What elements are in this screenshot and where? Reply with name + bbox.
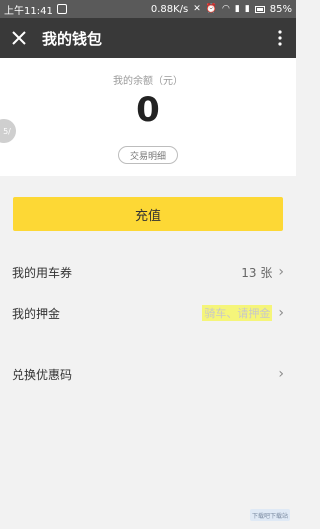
ride-coupons-label: 我的用车券 [12, 265, 73, 280]
status-time: 上午11:41 [4, 5, 53, 17]
more-options-button[interactable] [264, 18, 296, 58]
transactions-button[interactable]: 交易明细 [118, 146, 178, 164]
more-vertical-icon [278, 30, 282, 46]
app-notification-icon [56, 4, 67, 14]
deposit-row[interactable]: 我的押金 骑车、请押金 › [0, 294, 296, 332]
battery-level: 85% [269, 3, 292, 15]
deposit-value: 骑车、请押金 [202, 305, 273, 321]
recharge-button[interactable]: 充值 [13, 197, 283, 231]
battery-icon [254, 5, 265, 13]
balance-card: 我的余额（元） 0 交易明细 [0, 58, 296, 176]
chevron-right-icon: › [278, 264, 284, 280]
status-bar: 上午11:41 0.88K/s ✕ ⏰ ◠ ▮ ▮ 85% [0, 0, 296, 18]
wifi-icon: ◠ [222, 3, 230, 14]
ride-coupons-count: 13 张 [241, 265, 273, 280]
chevron-right-icon: › [278, 305, 284, 321]
close-icon [12, 31, 26, 45]
network-speed: 0.88K/s [150, 3, 189, 15]
balance-label: 我的余额（元） [113, 76, 183, 87]
signal-icon: ▮ [234, 3, 240, 14]
chevron-right-icon: › [278, 366, 284, 382]
redeem-code-label: 兑换优惠码 [12, 367, 73, 382]
alarm-icon: ⏰ [205, 3, 217, 14]
vibrate-icon: ✕ [193, 3, 201, 14]
close-button[interactable] [0, 18, 38, 58]
redeem-code-row[interactable]: 兑换优惠码 › [0, 355, 296, 393]
signal-icon-2: ▮ [244, 3, 250, 14]
title-bar: 我的钱包 [0, 18, 296, 58]
deposit-label: 我的押金 [12, 306, 61, 321]
balance-value: 0 [136, 90, 160, 130]
ride-coupons-row[interactable]: 我的用车券 13 张 › [0, 253, 296, 291]
watermark: 下载吧下载站 [250, 509, 290, 521]
page-title: 我的钱包 [42, 29, 103, 48]
